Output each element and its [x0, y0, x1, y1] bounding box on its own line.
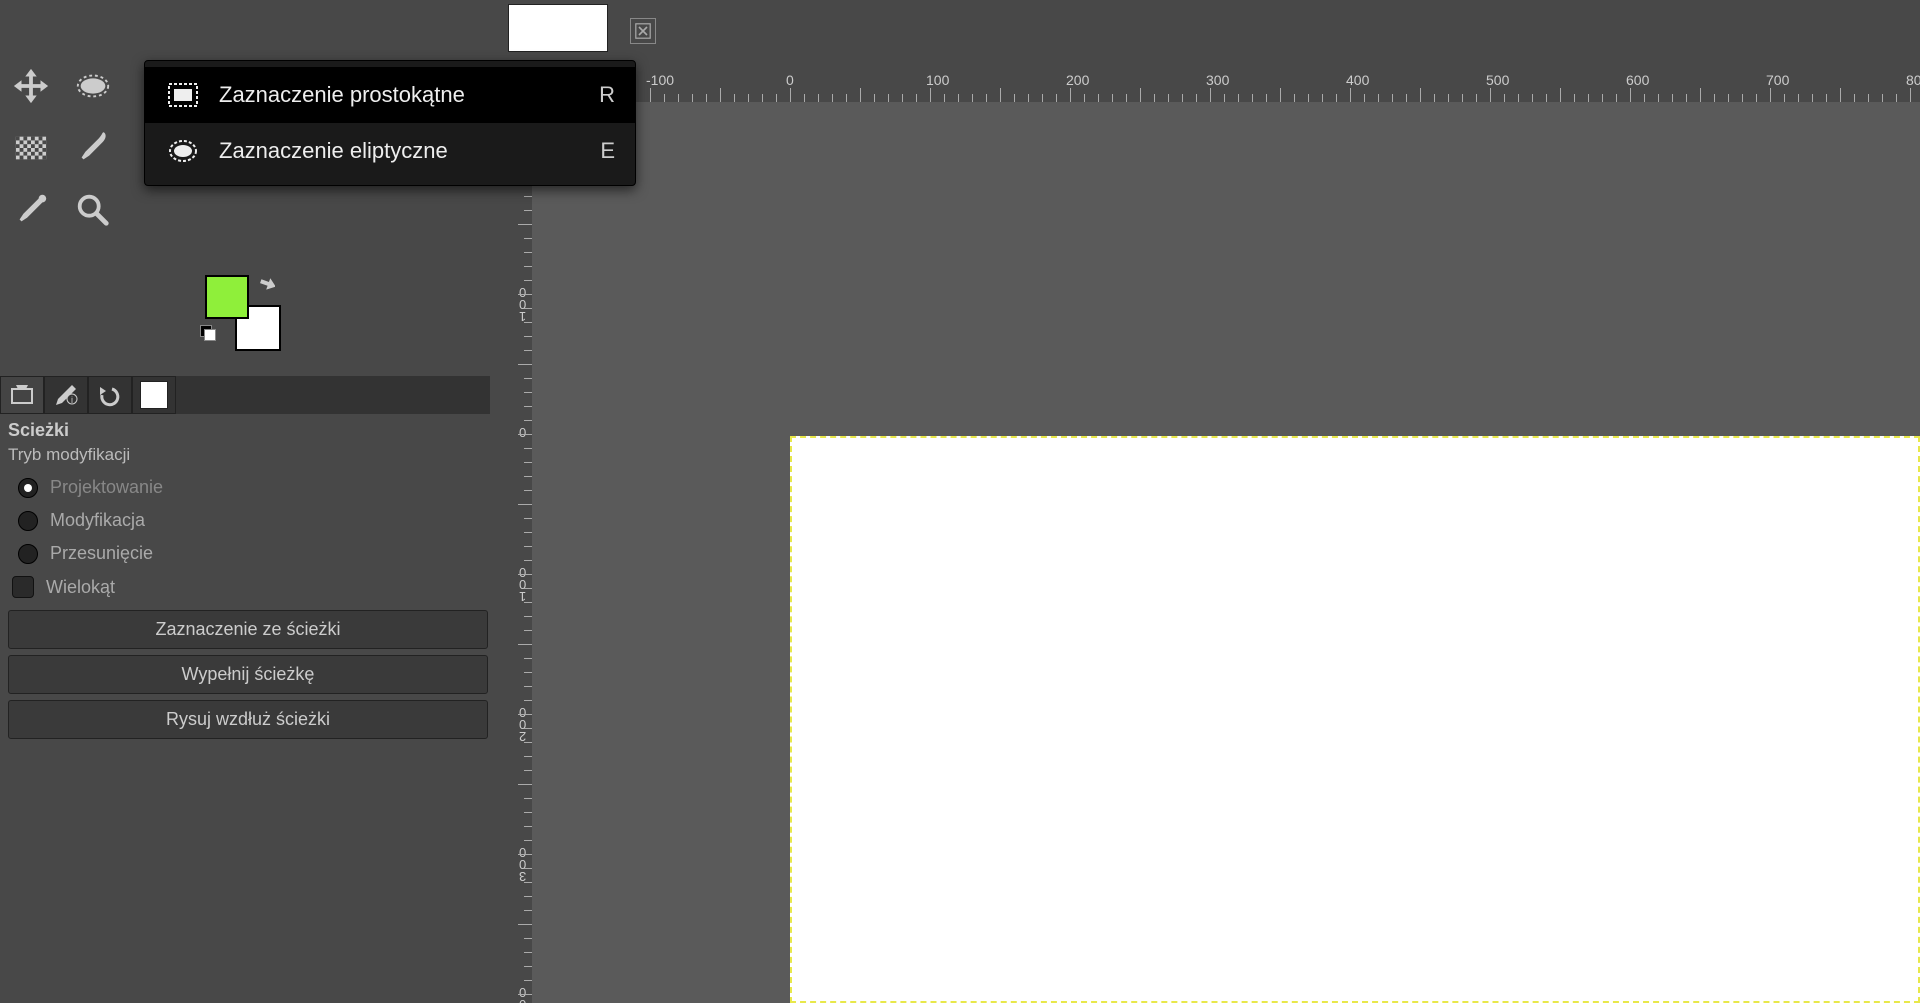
- radio-move-mode[interactable]: Przesunięcie: [8, 537, 482, 570]
- document-thumbnail[interactable]: [508, 4, 608, 52]
- tool-options-panel: Scieżki Tryb modyfikacji Projektowanie M…: [0, 414, 490, 751]
- color-picker-tool[interactable]: [0, 179, 62, 241]
- swap-colors-icon[interactable]: [255, 277, 275, 297]
- radio-edit-mode[interactable]: Modyfikacja: [8, 504, 482, 537]
- dock-tab-undo[interactable]: [88, 376, 132, 414]
- close-document-button[interactable]: [630, 18, 656, 44]
- menu-item-label: Zaznaczenie prostokątne: [219, 82, 581, 108]
- dock-tab-tool-options[interactable]: [0, 376, 44, 414]
- move-tool[interactable]: [0, 55, 62, 117]
- color-swatch-area: [200, 275, 285, 360]
- radio-label: Projektowanie: [50, 477, 163, 498]
- document-tab-bar: [0, 0, 1920, 55]
- menu-item-shortcut: E: [600, 138, 615, 164]
- menu-item-label: Zaznaczenie eliptyczne: [219, 138, 582, 164]
- dock-tab-image[interactable]: [132, 376, 176, 414]
- dock-tab-device[interactable]: i: [44, 376, 88, 414]
- radio-label: Przesunięcie: [50, 543, 153, 564]
- ellipse-select-tool[interactable]: [62, 55, 124, 117]
- button-selection-from-path[interactable]: Zaznaczenie ze ścieżki: [8, 610, 488, 649]
- menu-item-shortcut: R: [599, 82, 615, 108]
- dock-tab-row: i: [0, 376, 490, 414]
- canvas[interactable]: [790, 436, 1920, 1003]
- zoom-tool[interactable]: [62, 179, 124, 241]
- button-stroke-path[interactable]: Rysuj wzdłuż ścieżki: [8, 700, 488, 739]
- foreground-color[interactable]: [205, 275, 249, 319]
- canvas-viewport[interactable]: [532, 102, 1920, 1003]
- checkbox-label: Wielokąt: [46, 577, 115, 598]
- tool-options-title: Scieżki: [8, 420, 482, 441]
- button-fill-path[interactable]: Wypełnij ścieżkę: [8, 655, 488, 694]
- selection-tool-submenu: Zaznaczenie prostokątne R Zaznaczenie el…: [144, 60, 636, 186]
- radio-label: Modyfikacja: [50, 510, 145, 531]
- toolbox: [0, 55, 130, 241]
- paintbrush-tool[interactable]: [62, 117, 124, 179]
- menu-item-ellipse-select[interactable]: Zaznaczenie eliptyczne E: [145, 123, 635, 179]
- vertical-ruler[interactable]: 2 0 01 0 001 0 02 0 03 0 04 0 0: [502, 100, 532, 1003]
- menu-item-rect-select[interactable]: Zaznaczenie prostokątne R: [145, 67, 635, 123]
- ellipse-select-icon: [165, 137, 201, 165]
- rect-select-icon: [165, 81, 201, 109]
- default-colors-icon[interactable]: [200, 325, 216, 341]
- checkbox-polygon[interactable]: Wielokąt: [8, 570, 482, 604]
- tool-options-subtitle: Tryb modyfikacji: [8, 445, 482, 465]
- svg-text:i: i: [71, 395, 73, 405]
- horizontal-ruler[interactable]: -1000100200300400500600700800: [532, 70, 1920, 102]
- radio-design-mode[interactable]: Projektowanie: [8, 471, 482, 504]
- gradient-tool[interactable]: [0, 117, 62, 179]
